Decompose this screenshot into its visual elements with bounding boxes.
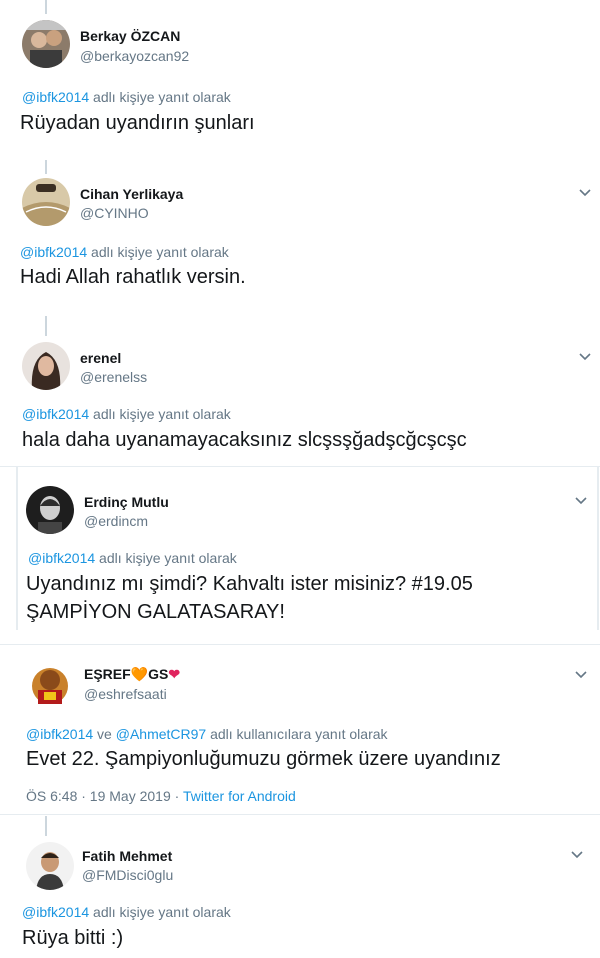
display-name[interactable]: Erdinç Mutlu <box>84 494 169 510</box>
mention-link[interactable]: @ibfk2014 <box>26 726 93 742</box>
divider <box>0 644 600 645</box>
tweet-text: ŞAMPİYON GALATASARAY! <box>26 601 285 623</box>
tweet-text: Rüyadan uyandırın şunları <box>20 112 255 134</box>
reply-and: ve <box>93 726 116 742</box>
tweet-text: Rüya bitti :) <box>22 927 124 949</box>
user-handle[interactable]: @eshrefsaati <box>84 686 167 702</box>
thread-line <box>45 316 47 336</box>
display-name-part: GS <box>148 666 169 682</box>
display-name[interactable]: Cihan Yerlikaya <box>80 186 183 202</box>
reply-context: @ibfk2014 adlı kişiye yanıt olarak <box>22 904 231 920</box>
avatar[interactable] <box>26 660 74 708</box>
reply-context: @ibfk2014 adlı kişiye yanıt olarak <box>20 244 229 260</box>
chevron-down-icon[interactable] <box>574 670 588 684</box>
red-heart-icon: ❤ <box>168 666 181 682</box>
avatar[interactable] <box>26 842 74 890</box>
tweet-fatih[interactable]: Fatih Mehmet @FMDisci0glu @ibfk2014 adlı… <box>0 838 600 958</box>
avatar[interactable] <box>22 20 70 68</box>
chevron-down-icon[interactable] <box>578 188 592 202</box>
reply-suffix: adlı kişiye yanıt olarak <box>89 89 231 105</box>
user-handle[interactable]: @CYINHO <box>80 205 149 221</box>
source-link[interactable]: Twitter for Android <box>183 788 296 804</box>
tweet-erdinc[interactable]: Erdinç Mutlu @erdincm @ibfk2014 adlı kiş… <box>0 484 600 630</box>
divider <box>0 466 600 467</box>
thread-line <box>45 0 47 14</box>
display-name[interactable]: EŞREF🧡GS❤ <box>84 666 180 683</box>
mention-link[interactable]: @ibfk2014 <box>20 244 87 260</box>
display-name[interactable]: erenel <box>80 350 121 366</box>
timestamp[interactable]: ÖS 6:48 · 19 May 2019 · <box>26 788 183 804</box>
mention-link[interactable]: @AhmetCR97 <box>116 726 206 742</box>
reply-suffix: adlı kişiye yanıt olarak <box>95 550 237 566</box>
tweet-text: hala daha uyanamayacaksınız slcşsşğadşcğ… <box>22 429 467 451</box>
mention-link[interactable]: @ibfk2014 <box>28 550 95 566</box>
mention-link[interactable]: @ibfk2014 <box>22 406 89 422</box>
reply-suffix: adlı kişiye yanıt olarak <box>89 406 231 422</box>
reply-context: @ibfk2014 ve @AhmetCR97 adlı kullanıcıla… <box>26 726 388 742</box>
reply-suffix: adlı kişiye yanıt olarak <box>87 244 229 260</box>
chevron-down-icon[interactable] <box>570 850 584 864</box>
tweet-meta: ÖS 6:48 · 19 May 2019 · Twitter for Andr… <box>26 788 296 804</box>
divider <box>0 814 600 815</box>
display-name[interactable]: Fatih Mehmet <box>82 848 172 864</box>
avatar[interactable] <box>22 342 70 390</box>
tweet-berkay[interactable]: Berkay ÖZCAN @berkayozcan92 @ibfk2014 ad… <box>0 18 600 158</box>
thread-line <box>45 160 47 174</box>
mention-link[interactable]: @ibfk2014 <box>22 904 89 920</box>
user-handle[interactable]: @berkayozcan92 <box>80 48 189 64</box>
avatar[interactable] <box>26 486 74 534</box>
reply-suffix: adlı kişiye yanıt olarak <box>89 904 231 920</box>
tweet-text: Hadi Allah rahatlık versin. <box>20 266 246 288</box>
tweet-text: Uyandınız mı şimdi? Kahvaltı ister misin… <box>26 573 473 595</box>
display-name-part: EŞREF <box>84 666 131 682</box>
avatar[interactable] <box>22 178 70 226</box>
user-handle[interactable]: @FMDisci0glu <box>82 867 173 883</box>
tweet-esref[interactable]: EŞREF🧡GS❤ @eshrefsaati @ibfk2014 ve @Ahm… <box>0 656 600 816</box>
tweet-text: Evet 22. Şampiyonluğumuzu görmek üzere u… <box>26 748 501 770</box>
display-name[interactable]: Berkay ÖZCAN <box>80 28 180 44</box>
reply-suffix: adlı kullanıcılara yanıt olarak <box>206 726 388 742</box>
chevron-down-icon[interactable] <box>578 352 592 366</box>
chevron-down-icon[interactable] <box>574 496 588 510</box>
reply-context: @ibfk2014 adlı kişiye yanıt olarak <box>22 89 231 105</box>
user-handle[interactable]: @erenelss <box>80 369 147 385</box>
thread-line <box>45 816 47 836</box>
tweet-erenel[interactable]: erenel @erenelss @ibfk2014 adlı kişiye y… <box>0 338 600 464</box>
tweet-cihan[interactable]: Cihan Yerlikaya @CYINHO @ibfk2014 adlı k… <box>0 174 600 314</box>
orange-heart-icon: 🧡 <box>130 666 149 682</box>
user-handle[interactable]: @erdincm <box>84 513 148 529</box>
reply-context: @ibfk2014 adlı kişiye yanıt olarak <box>22 406 231 422</box>
mention-link[interactable]: @ibfk2014 <box>22 89 89 105</box>
reply-context: @ibfk2014 adlı kişiye yanıt olarak <box>28 550 237 566</box>
